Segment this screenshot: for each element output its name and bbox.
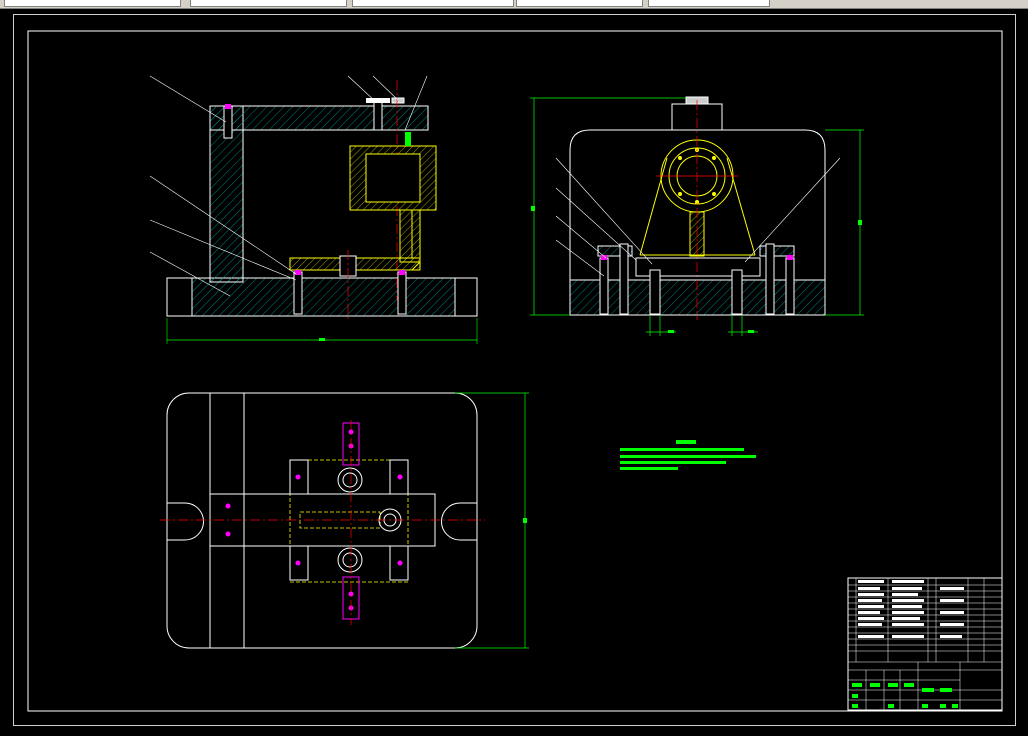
u-slot-left [167,502,204,541]
top-dimensions [455,392,529,649]
knurled-knob [391,97,405,104]
title-block [847,577,1003,711]
clamp-screw-head [366,98,390,103]
bolt [223,105,233,139]
locating-pin [405,132,411,146]
clamp-screw [373,99,383,131]
bolt [397,271,407,315]
top-base-outline [166,392,478,649]
base-slot-left [166,277,193,317]
workpiece-front [289,145,437,271]
top-arm [209,105,429,131]
clamp-right [759,245,795,257]
technical-notes [620,440,756,470]
bolt-head [225,104,231,109]
bolt [293,271,303,315]
workpiece-side [639,139,756,257]
side-view[interactable] [530,96,864,336]
front-view[interactable] [149,75,478,344]
drawing-canvas[interactable] [0,0,1028,736]
base-plate [166,277,478,317]
base-slot-right [454,277,478,317]
u-slot-right [441,502,477,541]
top-view[interactable] [160,392,529,649]
